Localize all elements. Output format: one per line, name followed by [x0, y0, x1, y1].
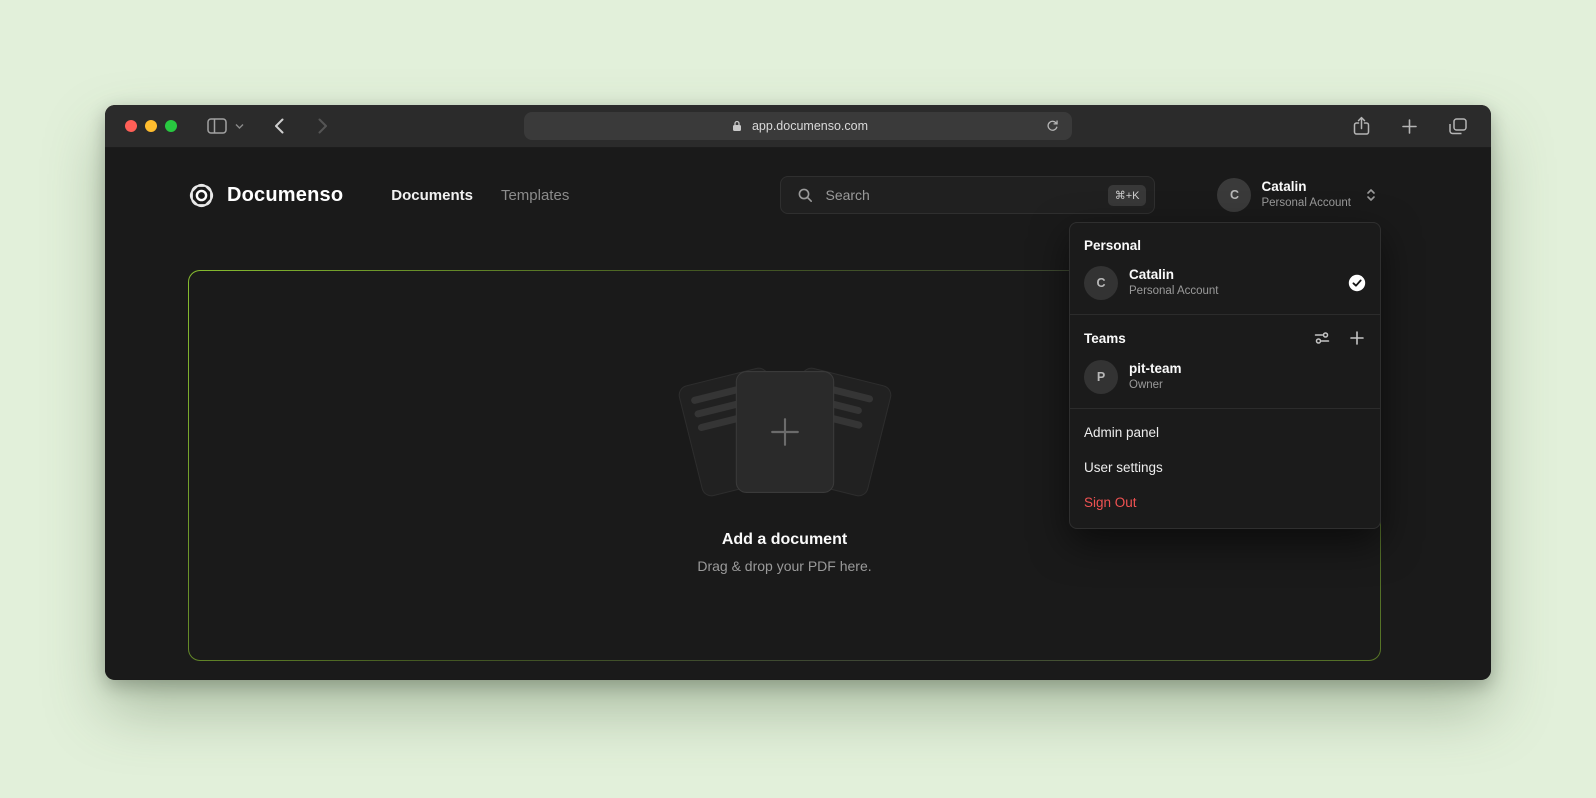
dropzone-subtitle: Drag & drop your PDF here. [697, 558, 871, 574]
share-icon[interactable] [1349, 112, 1374, 140]
chevron-up-down-icon [1361, 183, 1381, 207]
menu-item-user-settings[interactable]: User settings [1070, 450, 1380, 485]
team-text: pit-team Owner [1129, 361, 1366, 392]
team-role: Owner [1129, 378, 1366, 392]
sidebar-chevron-down-icon[interactable] [231, 119, 248, 134]
account-name: Catalin [1261, 179, 1351, 196]
plus-icon [767, 415, 801, 449]
account-subtitle: Personal Account [1261, 196, 1351, 210]
personal-account-text: Catalin Personal Account [1129, 267, 1337, 298]
nav-templates[interactable]: Templates [501, 187, 569, 204]
team-row[interactable]: P pit-team Owner [1070, 352, 1380, 402]
menu-item-admin-panel[interactable]: Admin panel [1070, 415, 1380, 450]
team-name: pit-team [1129, 361, 1366, 378]
brand[interactable]: Documenso [188, 182, 343, 209]
account-menu-trigger[interactable]: C Catalin Personal Account [1217, 178, 1381, 212]
menu-item-sign-out[interactable]: Sign Out [1070, 485, 1380, 520]
teams-section-label: Teams [1084, 331, 1126, 346]
personal-account-name: Catalin [1129, 267, 1337, 284]
personal-account-row[interactable]: C Catalin Personal Account [1070, 258, 1380, 308]
desktop-background: app.documenso.com [0, 0, 1596, 798]
minimize-window-button[interactable] [145, 120, 157, 132]
account-text: Catalin Personal Account [1261, 179, 1351, 210]
search-input[interactable] [825, 187, 1099, 203]
zoom-window-button[interactable] [165, 120, 177, 132]
sidebar-toggle-icon[interactable] [203, 114, 231, 138]
browser-window: app.documenso.com [105, 105, 1491, 680]
browser-toolbar: app.documenso.com [105, 105, 1491, 148]
documenso-logo-icon [188, 182, 215, 209]
search-box[interactable]: ⌘+K [780, 176, 1155, 214]
address-bar[interactable]: app.documenso.com [524, 112, 1072, 140]
search-icon [793, 183, 817, 207]
menu-divider [1070, 314, 1380, 315]
new-tab-plus-icon[interactable] [1398, 115, 1421, 138]
account-dropdown-menu: Personal C Catalin Personal Account [1069, 222, 1381, 529]
dropzone-title: Add a document [722, 531, 847, 549]
add-team-icon[interactable] [1348, 329, 1366, 347]
traffic-lights [125, 120, 177, 132]
selected-check-icon [1348, 274, 1366, 292]
lock-icon [728, 116, 746, 136]
teams-section-header: Teams [1070, 321, 1380, 352]
close-window-button[interactable] [125, 120, 137, 132]
document-stack-illustration [675, 357, 895, 507]
personal-account-subtitle: Personal Account [1129, 284, 1337, 298]
brand-name: Documenso [227, 184, 343, 207]
tab-overview-icon[interactable] [1445, 114, 1471, 139]
personal-section-label: Personal [1070, 229, 1380, 258]
avatar: C [1217, 178, 1251, 212]
address-text: app.documenso.com [752, 119, 868, 133]
forward-button-icon[interactable] [314, 114, 332, 138]
search-shortcut-badge: ⌘+K [1108, 185, 1147, 206]
back-button-icon[interactable] [270, 114, 288, 138]
reload-icon[interactable] [1042, 116, 1063, 137]
main-nav: Documents Templates [391, 187, 569, 204]
app-page: Documenso Documents Templates ⌘+K [105, 148, 1491, 679]
nav-documents[interactable]: Documents [391, 187, 473, 204]
menu-divider [1070, 408, 1380, 409]
manage-teams-icon[interactable] [1312, 328, 1332, 348]
avatar: P [1084, 360, 1118, 394]
document-card-center [735, 371, 833, 493]
avatar: C [1084, 266, 1118, 300]
